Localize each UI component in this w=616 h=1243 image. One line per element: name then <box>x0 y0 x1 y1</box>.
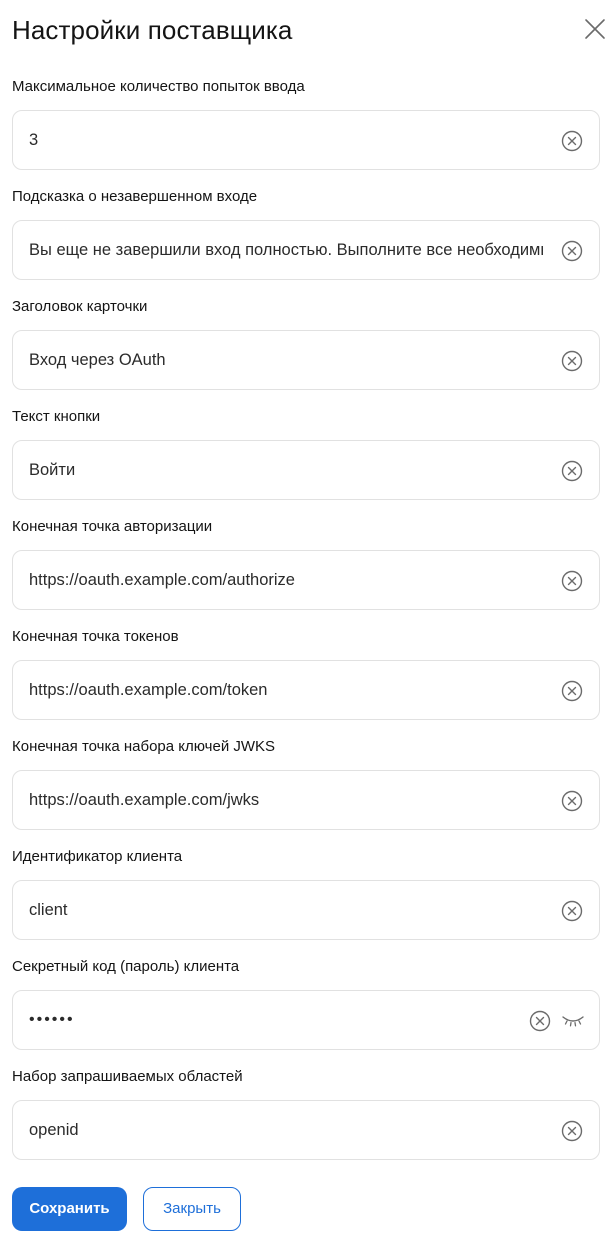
input-value[interactable]: 3 <box>29 111 543 169</box>
field-token-endpoint: Конечная точка токенов https://oauth.exa… <box>12 627 600 737</box>
field-label: Конечная точка токенов <box>12 628 179 645</box>
input-value[interactable]: •••••• <box>29 991 543 1049</box>
clear-circle-x-icon[interactable] <box>561 680 583 702</box>
clear-circle-x-icon[interactable] <box>561 130 583 152</box>
field-label: Заголовок карточки <box>12 298 148 315</box>
field-label: Секретный код (пароль) клиента <box>12 958 240 975</box>
clear-circle-x-icon[interactable] <box>529 1010 551 1032</box>
client-secret-input[interactable]: •••••• <box>12 990 600 1050</box>
input-value[interactable]: https://oauth.example.com/jwks <box>29 771 543 829</box>
button-text-input[interactable]: Войти <box>12 440 600 500</box>
input-value[interactable]: Вы еще не завершили вход полностью. Выпо… <box>29 221 543 279</box>
close-button[interactable]: Закрыть <box>143 1187 241 1231</box>
dialog-title: Настройки поставщика <box>12 15 293 45</box>
jwks-endpoint-input[interactable]: https://oauth.example.com/jwks <box>12 770 600 830</box>
input-value[interactable]: client <box>29 881 543 939</box>
field-label: Максимальное количество попыток ввода <box>12 78 305 95</box>
input-value[interactable]: https://oauth.example.com/token <box>29 661 543 719</box>
clear-circle-x-icon[interactable] <box>561 1120 583 1142</box>
field-label: Текст кнопки <box>12 408 101 425</box>
field-scopes: Набор запрашиваемых областей openid <box>12 1067 600 1177</box>
provider-settings-dialog: Настройки поставщика Максимальное количе… <box>0 0 616 1243</box>
card-title-input[interactable]: Вход через OAuth <box>12 330 600 390</box>
field-label: Конечная точка авторизации <box>12 518 213 535</box>
clear-circle-x-icon[interactable] <box>561 350 583 372</box>
clear-circle-x-icon[interactable] <box>561 240 583 262</box>
field-card-title: Заголовок карточки Вход через OAuth <box>12 297 600 407</box>
incomplete-hint-input[interactable]: Вы еще не завершили вход полностью. Выпо… <box>12 220 600 280</box>
field-client-id: Идентификатор клиента client <box>12 847 600 957</box>
field-label: Конечная точка набора ключей JWKS <box>12 738 276 755</box>
input-value[interactable]: https://oauth.example.com/authorize <box>29 551 543 609</box>
field-authorization-endpoint: Конечная точка авторизации https://oauth… <box>12 517 600 627</box>
field-button-text: Текст кнопки Войти <box>12 407 600 517</box>
authorization-endpoint-input[interactable]: https://oauth.example.com/authorize <box>12 550 600 610</box>
clear-circle-x-icon[interactable] <box>561 790 583 812</box>
field-jwks-endpoint: Конечная точка набора ключей JWKS https:… <box>12 737 600 847</box>
token-endpoint-input[interactable]: https://oauth.example.com/token <box>12 660 600 720</box>
scopes-input[interactable]: openid <box>12 1100 600 1160</box>
field-label: Идентификатор клиента <box>12 848 183 865</box>
dialog-header: Настройки поставщика <box>12 12 608 48</box>
clear-circle-x-icon[interactable] <box>561 460 583 482</box>
eye-closed-icon[interactable] <box>561 1014 585 1028</box>
clear-circle-x-icon[interactable] <box>561 570 583 592</box>
field-label: Набор запрашиваемых областей <box>12 1068 243 1085</box>
max-attempts-input[interactable]: 3 <box>12 110 600 170</box>
settings-form: Максимальное количество попыток ввода 3 … <box>12 77 600 1177</box>
field-client-secret: Секретный код (пароль) клиента •••••• <box>12 957 600 1067</box>
save-button[interactable]: Сохранить <box>12 1187 127 1231</box>
field-incomplete-hint: Подсказка о незавершенном входе Вы еще н… <box>12 187 600 297</box>
close-icon[interactable] <box>582 16 608 42</box>
client-id-input[interactable]: client <box>12 880 600 940</box>
clear-circle-x-icon[interactable] <box>561 900 583 922</box>
field-max-attempts: Максимальное количество попыток ввода 3 <box>12 77 600 187</box>
field-label: Подсказка о незавершенном входе <box>12 188 258 205</box>
input-value[interactable]: openid <box>29 1101 543 1159</box>
input-value[interactable]: Вход через OAuth <box>29 331 543 389</box>
input-value[interactable]: Войти <box>29 441 543 499</box>
